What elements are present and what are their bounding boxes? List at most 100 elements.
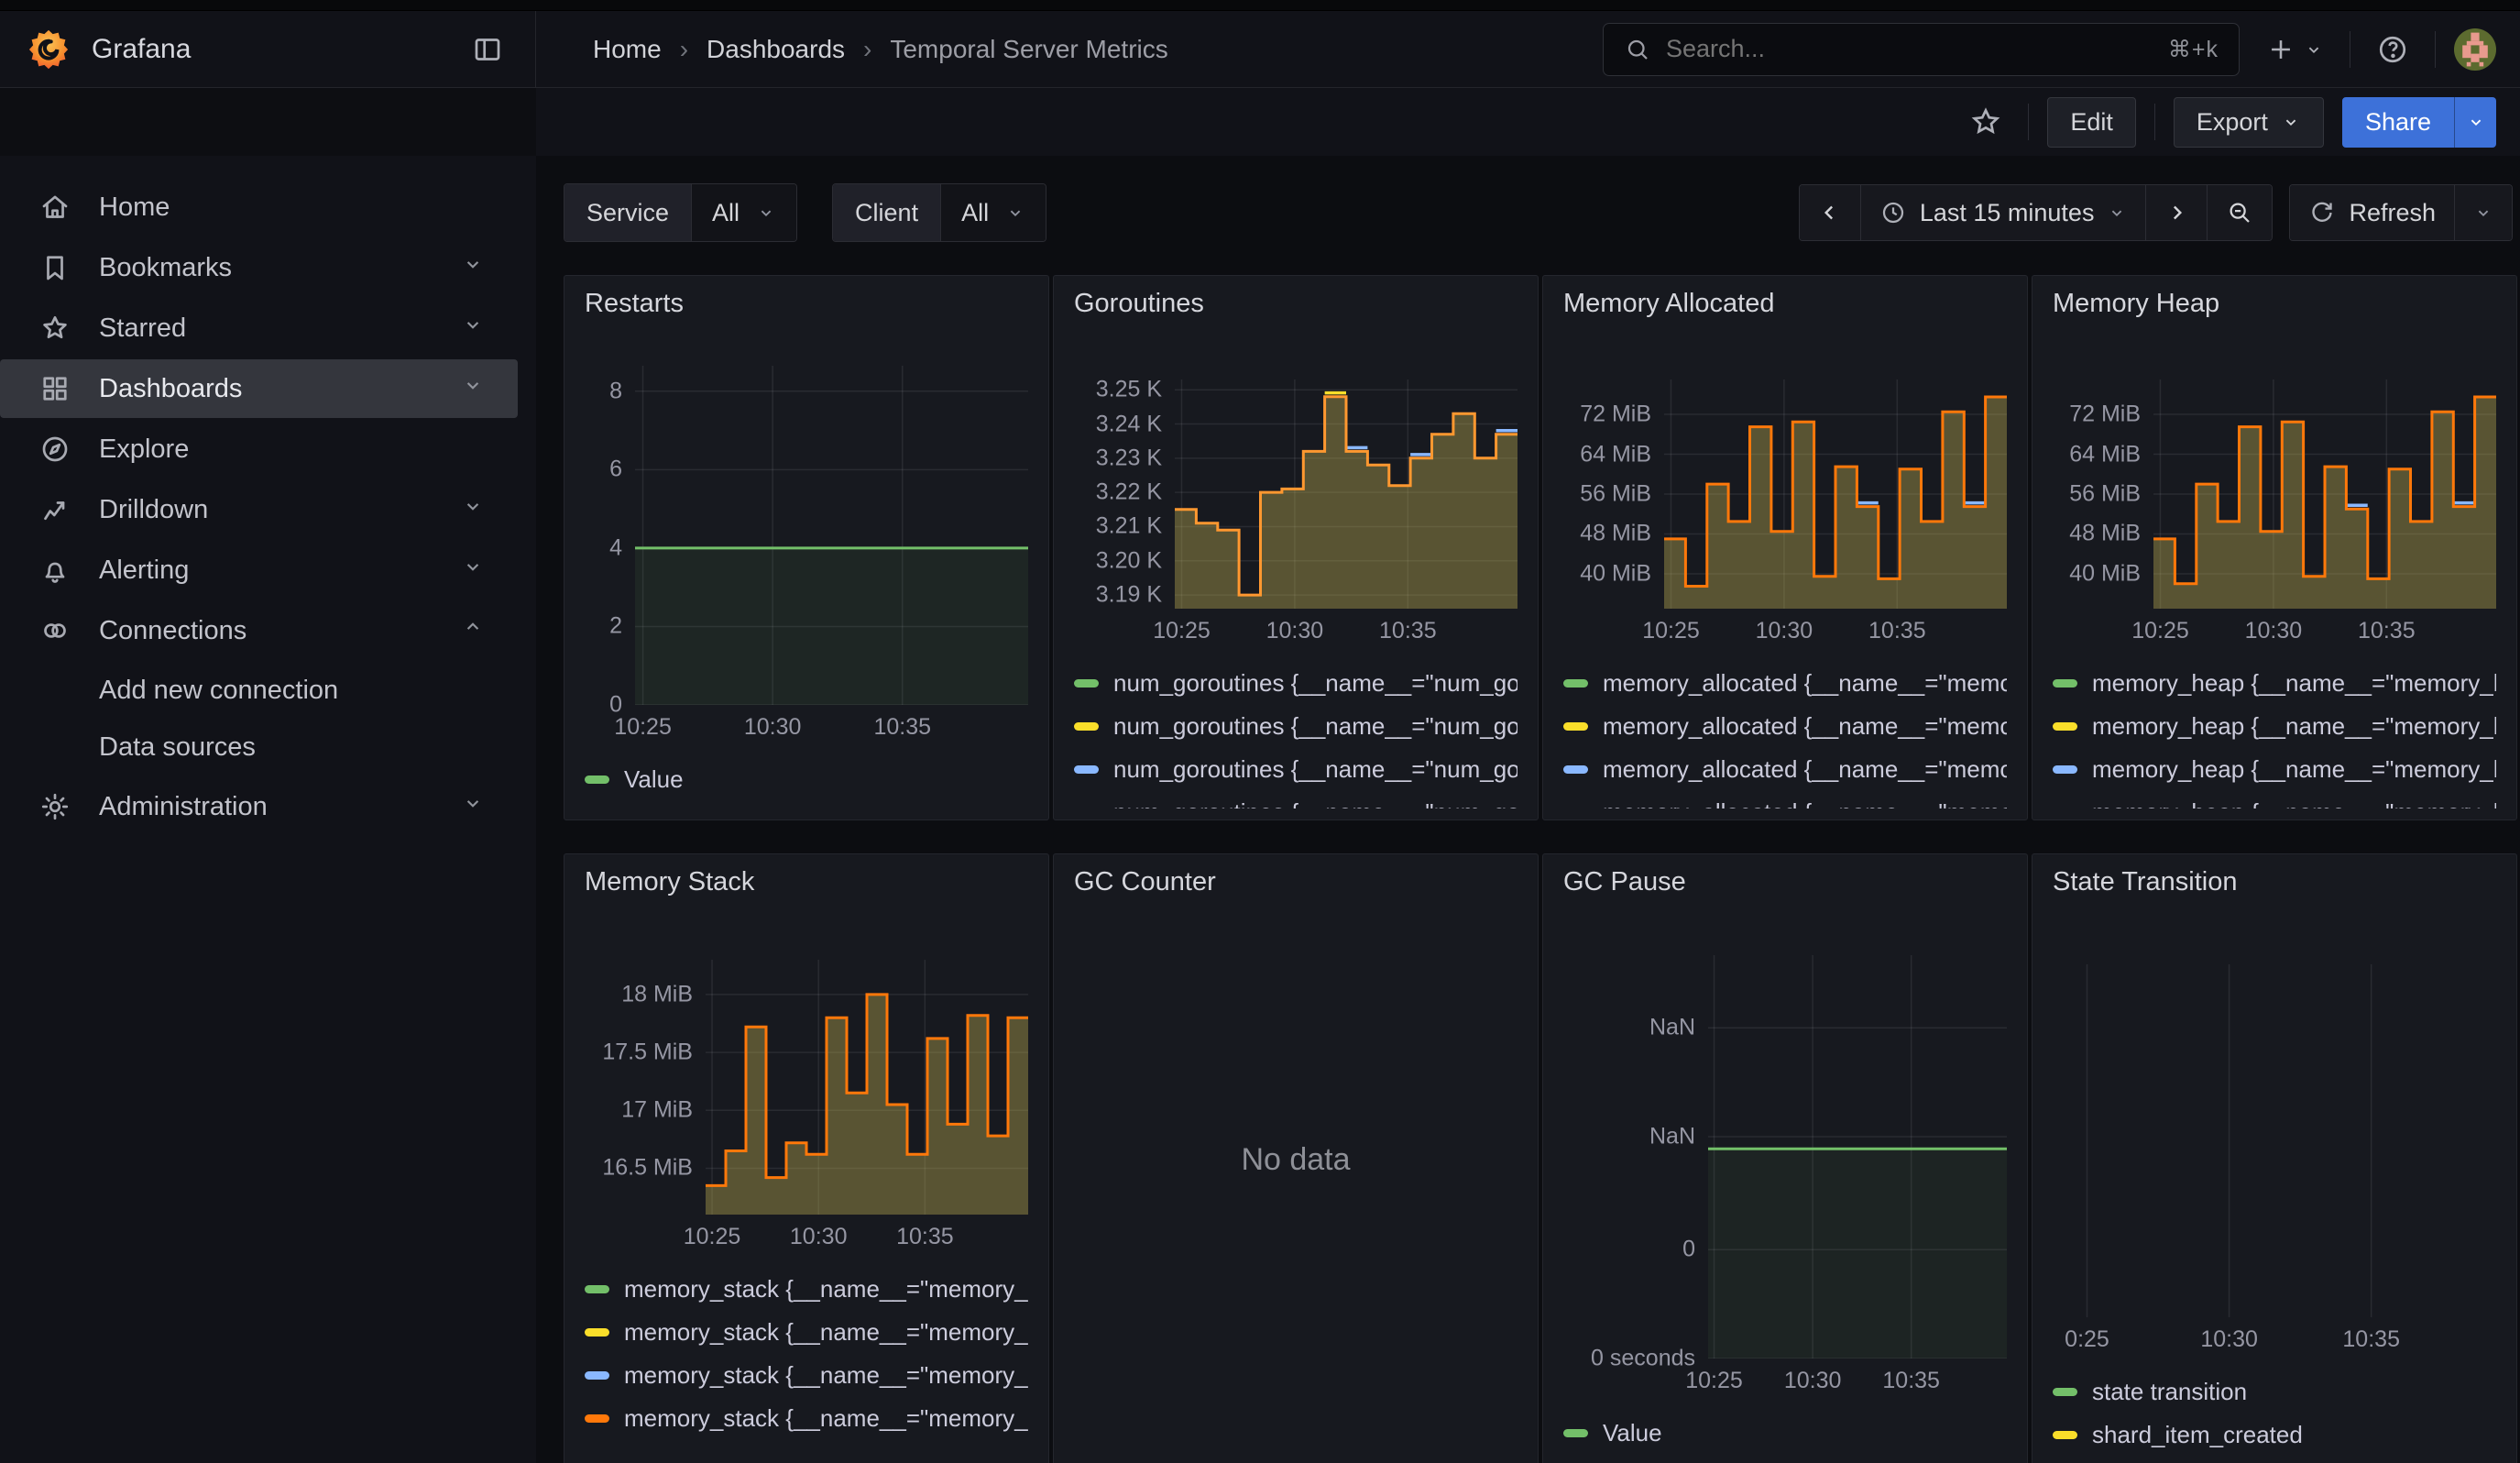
- legend-series-marker: [2053, 1431, 2077, 1439]
- legend-item[interactable]: num_goroutines {__name__="num_go: [1074, 748, 1517, 791]
- panel-title[interactable]: Memory Heap: [2053, 289, 2496, 329]
- star-dashboard-icon[interactable]: [1962, 98, 2010, 146]
- legend-series-marker: [585, 1328, 609, 1336]
- time-shift-forward-button[interactable]: [2145, 185, 2207, 240]
- brand[interactable]: Grafana: [27, 28, 464, 71]
- chart-plot[interactable]: [2065, 964, 2496, 1317]
- chart-plot[interactable]: [635, 366, 1028, 705]
- sidebar-item-label: Home: [99, 192, 485, 223]
- legend-item[interactable]: memory_heap {__name__="memory_h: [2053, 705, 2496, 748]
- legend-item[interactable]: state transition: [2053, 1370, 2496, 1414]
- panel-title[interactable]: Goroutines: [1074, 289, 1517, 329]
- edit-button[interactable]: Edit: [2047, 97, 2136, 148]
- legend-item[interactable]: shard_item_created: [2053, 1414, 2496, 1457]
- panel-title[interactable]: Restarts: [585, 289, 1028, 329]
- y-axis-tick: 3.23 K: [1096, 445, 1162, 471]
- legend-item[interactable]: memory_allocated {__name__="memo: [1563, 748, 2007, 791]
- breadcrumb-item-dashboards[interactable]: Dashboards: [707, 35, 845, 64]
- panel-title[interactable]: GC Pause: [1563, 867, 2007, 908]
- help-icon[interactable]: [2369, 26, 2416, 73]
- legend-series-marker: [2053, 765, 2077, 774]
- sidebar-item-starred[interactable]: Starred: [0, 299, 518, 358]
- share-menu-caret[interactable]: [2454, 97, 2496, 148]
- chevron-down-icon: [2304, 39, 2324, 60]
- sidebar-subitem-add-new-connection[interactable]: Add new connection: [0, 662, 536, 719]
- bookmark-icon: [38, 251, 73, 284]
- panel-restarts: Restarts 86420 10:2510:3010:35 Value: [564, 275, 1049, 820]
- legend: Value: [1563, 1412, 2007, 1461]
- panel-row-2: Memory Stack 18 MiB17.5 MiB17 MiB16.5 Mi…: [536, 820, 2520, 1463]
- legend-item[interactable]: num_goroutines {__name__="num_go: [1074, 662, 1517, 705]
- export-button[interactable]: Export: [2174, 97, 2324, 148]
- legend-item[interactable]: memory_stack {__name__="memory_s: [585, 1311, 1028, 1354]
- x-axis: 10:2510:3010:35: [1708, 1358, 2007, 1401]
- breadcrumb-item-home[interactable]: Home: [593, 35, 662, 64]
- x-axis-tick: 10:30: [1784, 1368, 1842, 1394]
- zoom-out-time-button[interactable]: [2207, 185, 2272, 240]
- chevron-down-icon[interactable]: [461, 313, 485, 344]
- chevron-down-icon[interactable]: [461, 494, 485, 525]
- refresh-button[interactable]: Refresh: [2290, 185, 2454, 240]
- chevron-down-icon[interactable]: [461, 373, 485, 404]
- user-avatar[interactable]: [2454, 28, 2496, 71]
- chart-plot[interactable]: [1664, 380, 2007, 609]
- chevron-down-icon[interactable]: [461, 791, 485, 822]
- panel-title[interactable]: Memory Allocated: [1563, 289, 2007, 329]
- search-input[interactable]: [1666, 35, 2153, 63]
- time-shift-back-button[interactable]: [1800, 185, 1860, 240]
- y-axis-tick: NaN: [1649, 1124, 1695, 1150]
- y-axis-tick: 2: [609, 613, 622, 640]
- sidebar-item-bookmarks[interactable]: Bookmarks: [0, 238, 518, 297]
- legend-item[interactable]: memory_heap {__name__="memory_h: [2053, 748, 2496, 791]
- chart-plot[interactable]: [2153, 380, 2496, 609]
- sidebar-subitem-data-sources[interactable]: Data sources: [0, 719, 536, 776]
- chevron-down-icon: [2466, 112, 2486, 132]
- chevron-down-icon[interactable]: [461, 555, 485, 586]
- legend-item[interactable]: num_goroutines {__name__="num_go: [1074, 791, 1517, 808]
- share-button[interactable]: Share: [2342, 97, 2454, 148]
- chart-plot[interactable]: [1708, 955, 2007, 1358]
- chevron-up-icon[interactable]: [461, 615, 485, 646]
- y-axis-tick: 0: [1682, 1237, 1695, 1263]
- chart-plot[interactable]: [706, 960, 1028, 1215]
- mega-menu-toggle-icon[interactable]: [464, 26, 511, 73]
- legend-item[interactable]: num_goroutines {__name__="num_go: [1074, 705, 1517, 748]
- breadcrumb-item-temporal-server-metrics: Temporal Server Metrics: [890, 35, 1167, 64]
- chart-plot[interactable]: [1175, 380, 1517, 609]
- chevron-down-icon: [2473, 203, 2493, 223]
- home-icon: [38, 191, 73, 224]
- legend-item[interactable]: memory_stack {__name__="memory_s: [585, 1397, 1028, 1440]
- legend-item[interactable]: memory_allocated {__name__="memo: [1563, 791, 2007, 808]
- divider: [2154, 104, 2155, 140]
- service-variable-value[interactable]: All: [691, 184, 796, 241]
- x-axis-tick: 10:30: [744, 714, 802, 741]
- sidebar-item-explore[interactable]: Explore: [0, 420, 518, 478]
- add-new-button[interactable]: [2258, 27, 2331, 72]
- sidebar-item-alerting[interactable]: Alerting: [0, 541, 518, 600]
- legend-item[interactable]: memory_stack {__name__="memory_s: [585, 1354, 1028, 1397]
- legend-item[interactable]: memory_allocated {__name__="memo: [1563, 662, 2007, 705]
- sidebar-item-drilldown[interactable]: Drilldown: [0, 480, 518, 539]
- legend-item[interactable]: memory_allocated {__name__="memo: [1563, 705, 2007, 748]
- legend-series-marker: [585, 1371, 609, 1380]
- client-variable-value[interactable]: All: [940, 184, 1046, 241]
- chevron-down-icon: [1005, 203, 1025, 223]
- sidebar-item-dashboards[interactable]: Dashboards: [0, 359, 518, 418]
- time-range-picker[interactable]: Last 15 minutes: [1860, 185, 2146, 240]
- legend-item[interactable]: Value: [1563, 1412, 2007, 1455]
- legend-item[interactable]: memory_stack {__name__="memory_s: [585, 1268, 1028, 1311]
- sidebar-item-connections[interactable]: Connections: [0, 601, 518, 660]
- search-box[interactable]: ⌘+k: [1603, 23, 2240, 76]
- chevron-left-icon: [1818, 201, 1842, 225]
- refresh-interval-caret[interactable]: [2454, 185, 2512, 240]
- chevron-down-icon[interactable]: [461, 252, 485, 283]
- sidebar-item-administration[interactable]: Administration: [0, 777, 518, 836]
- legend-item[interactable]: memory_heap {__name__="memory_h: [2053, 662, 2496, 705]
- x-axis: 10:2510:3010:35: [1175, 609, 1517, 651]
- sidebar-item-home[interactable]: Home: [0, 178, 518, 236]
- panel-title[interactable]: State Transition: [2053, 867, 2496, 908]
- legend-series-marker: [1074, 765, 1099, 774]
- legend-item[interactable]: Value: [585, 758, 1028, 801]
- panel-title[interactable]: Memory Stack: [585, 867, 1028, 908]
- legend-item[interactable]: memory_heap {__name__="memory_h: [2053, 791, 2496, 808]
